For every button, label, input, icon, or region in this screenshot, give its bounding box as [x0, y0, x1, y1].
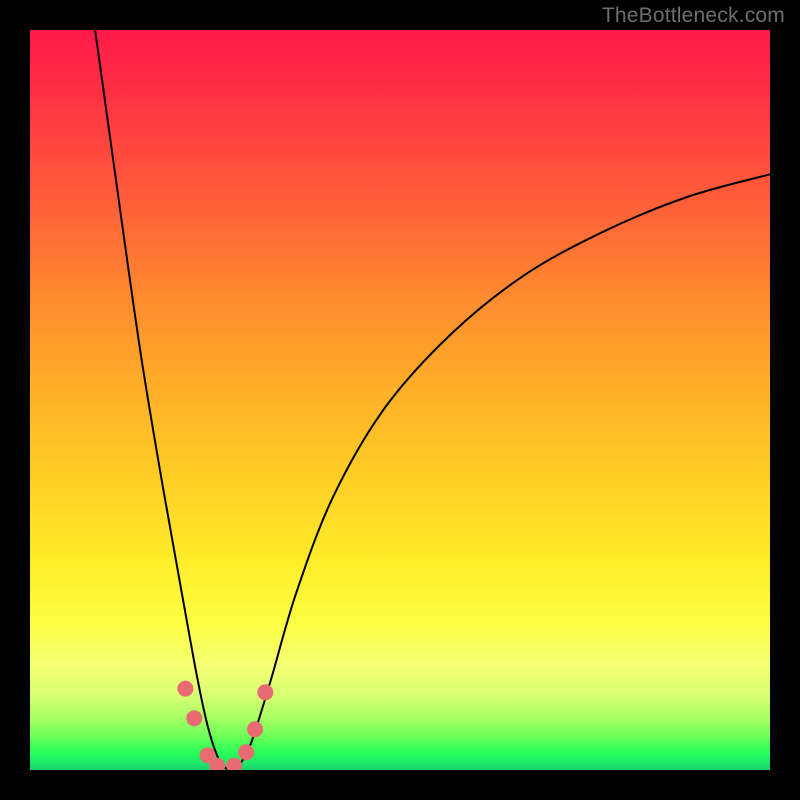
data-marker-4: [226, 758, 242, 770]
data-marker-0: [177, 681, 193, 697]
watermark-text: TheBottleneck.com: [602, 4, 785, 28]
outer-frame: TheBottleneck.com: [0, 0, 800, 800]
plot-area: [30, 30, 770, 770]
markers-group: [177, 681, 273, 770]
data-marker-6: [247, 721, 263, 737]
curve-group: [95, 30, 770, 770]
chart-svg: [30, 30, 770, 770]
data-marker-5: [238, 744, 254, 760]
data-marker-7: [257, 684, 273, 700]
data-marker-1: [186, 710, 202, 726]
bottleneck-curve: [95, 30, 770, 770]
